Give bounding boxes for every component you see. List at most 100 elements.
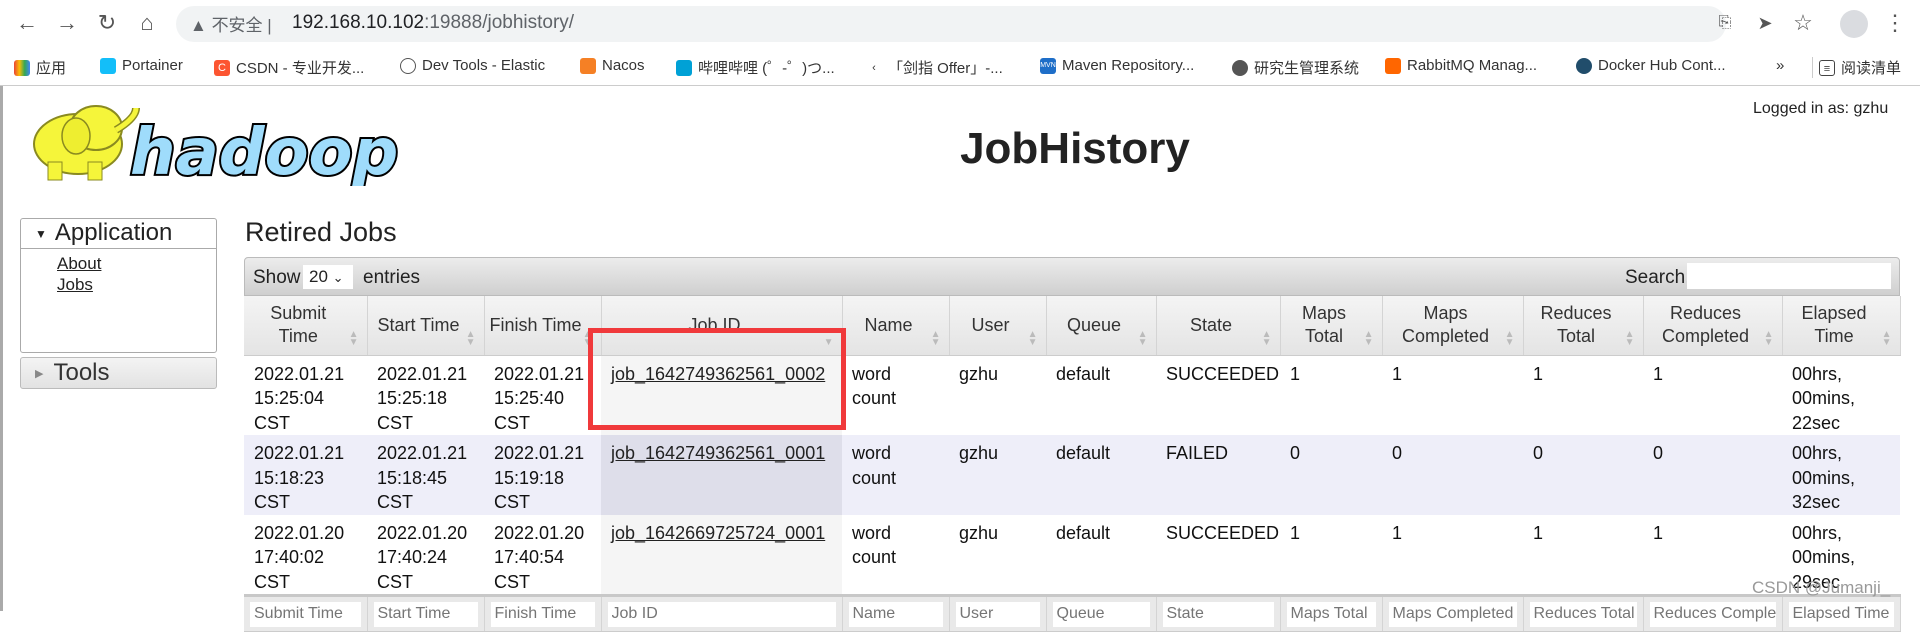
jobs-table: Submit Time ▲ ▼ Start Time ▲ ▼ Finish Time ▲ ▼ Job…: [244, 296, 1901, 632]
reading-list[interactable]: ≡ 阅读清单: [1812, 57, 1901, 78]
filter-input[interactable]: [848, 601, 943, 627]
column-header[interactable]: Submit Time ▲ ▼: [244, 296, 368, 356]
nav-jobs[interactable]: Jobs: [57, 274, 216, 295]
annotation-highlight-box: [588, 328, 846, 430]
globe-icon: [1232, 59, 1248, 76]
hadoop-logo[interactable]: hadoop: [18, 100, 400, 192]
bookmark-devtools[interactable]: Dev Tools - Elastic: [400, 57, 545, 74]
back-icon[interactable]: ←: [12, 8, 42, 38]
sort-icon: ▲ ▼: [1624, 328, 1635, 348]
table-row: 2022.01.20 17:40:02 CST 2022.01.20 17:40:24 C…: [244, 514, 1900, 596]
column-filter: [949, 594, 1047, 632]
filter-input[interactable]: [1788, 601, 1894, 627]
cell-job-id: job_1642669725724_0001: [601, 514, 842, 596]
tools-panel-header[interactable]: ▶ Tools: [20, 357, 217, 389]
bookmarks-more[interactable]: »: [1776, 57, 1784, 74]
bookmark-maven[interactable]: MVN Maven Repository...: [1040, 57, 1194, 74]
chevron-down-icon: ⌄: [332, 270, 344, 285]
job-id-link[interactable]: job_1642749362561_0001: [611, 443, 825, 463]
show-label: Show: [253, 267, 301, 288]
page-length-select[interactable]: 20 ⌄: [303, 265, 353, 289]
column-header[interactable]: State ▲ ▼: [1156, 296, 1281, 356]
svg-text:hadoop: hadoop: [130, 116, 398, 186]
column-header[interactable]: Name ▲ ▼: [842, 296, 950, 356]
column-header[interactable]: Elapsed Time ▲ ▼: [1782, 296, 1901, 356]
column-filter: [1280, 594, 1383, 632]
filter-input[interactable]: [1388, 601, 1517, 627]
column-filter: [1782, 594, 1901, 632]
search-label: Search:: [1625, 267, 1691, 288]
column-header[interactable]: Finish Time ▲ ▼: [484, 296, 602, 356]
star-icon[interactable]: ☆: [1788, 8, 1818, 38]
column-header[interactable]: Reduces Total ▲ ▼: [1523, 296, 1644, 356]
forward-icon[interactable]: →: [52, 8, 82, 38]
sort-icon: ▲ ▼: [1137, 328, 1148, 348]
column-header[interactable]: Maps Total ▲ ▼: [1280, 296, 1383, 356]
cell-name: word count: [842, 514, 949, 596]
filter-input[interactable]: [955, 601, 1040, 627]
filter-input[interactable]: [1529, 601, 1637, 627]
filter-input[interactable]: [1162, 601, 1274, 627]
cell-maps-total: 0: [1280, 435, 1382, 515]
nav-about[interactable]: About: [57, 253, 216, 274]
search-input[interactable]: [1687, 263, 1891, 289]
menu-icon[interactable]: ⋮: [1880, 8, 1910, 38]
column-filter: [244, 594, 368, 632]
column-header[interactable]: Reduces Completed ▲ ▼: [1643, 296, 1783, 356]
cell-maps-completed: 1: [1382, 355, 1523, 435]
job-id-link[interactable]: job_1642669725724_0001: [611, 523, 825, 543]
cell-maps-total: 1: [1280, 514, 1382, 596]
bookmark-rabbitmq[interactable]: RabbitMQ Manag...: [1385, 57, 1537, 74]
warning-icon: ▲: [190, 16, 207, 35]
cell-state: FAILED: [1156, 435, 1280, 515]
column-header[interactable]: User ▲ ▼: [949, 296, 1047, 356]
filter-input[interactable]: [607, 601, 836, 627]
bookmark-csdn[interactable]: C CSDN - 专业开发...: [214, 57, 364, 78]
reading-list-icon: ≡: [1819, 59, 1835, 76]
filter-input[interactable]: [373, 601, 478, 627]
cell-submit: 2022.01.21 15:18:23 CST: [244, 435, 367, 515]
profile-avatar-icon[interactable]: [1840, 10, 1868, 38]
column-filter: [484, 594, 602, 632]
cell-submit: 2022.01.20 17:40:02 CST: [244, 514, 367, 596]
column-header[interactable]: Queue ▲ ▼: [1046, 296, 1157, 356]
column-header[interactable]: Start Time ▲ ▼: [367, 296, 485, 356]
logged-in-user: Logged in as: gzhu: [1753, 100, 1889, 117]
column-filter: [1382, 594, 1524, 632]
bookmark-grad[interactable]: 研究生管理系统: [1232, 57, 1359, 78]
offer-icon: ‹: [866, 59, 882, 76]
filter-input[interactable]: [250, 601, 361, 627]
bookmark-nacos[interactable]: Nacos: [580, 57, 645, 74]
sort-icon: ▲ ▼: [1504, 328, 1515, 348]
triangle-right-icon: ▶: [35, 367, 44, 380]
filter-input[interactable]: [490, 601, 595, 627]
bookmark-portainer[interactable]: Portainer: [100, 57, 183, 74]
elastic-icon: [400, 57, 416, 74]
reload-icon[interactable]: ↻: [92, 8, 122, 38]
cell-reduces-completed: 0: [1643, 435, 1782, 515]
cell-start: 2022.01.21 15:25:18 CST: [367, 355, 484, 435]
cell-user: gzhu: [949, 514, 1046, 596]
column-header[interactable]: Maps Completed ▲ ▼: [1382, 296, 1524, 356]
send-icon[interactable]: ➤: [1750, 8, 1780, 38]
maven-icon: MVN: [1040, 57, 1056, 74]
security-warning[interactable]: ▲ 不安全 |: [190, 11, 272, 36]
translate-icon[interactable]: ⎘: [1710, 8, 1740, 38]
filter-input[interactable]: [1052, 601, 1150, 627]
bookmark-offer[interactable]: ‹ 「剑指 Offer」-...: [866, 57, 1003, 78]
bookmark-bilibili[interactable]: 哔哩哔哩 (゜-゜)つ...: [676, 57, 835, 78]
url-text[interactable]: 192.168.10.102:19888/jobhistory/: [292, 12, 574, 34]
bookmarks-bar: 应用 Portainer C CSDN - 专业开发... Dev Tools -…: [0, 47, 1920, 86]
filter-input[interactable]: [1286, 601, 1376, 627]
csdn-icon: C: [214, 59, 230, 76]
section-heading: Retired Jobs: [245, 217, 397, 247]
application-header[interactable]: ▼ Application: [21, 219, 216, 249]
cell-queue: default: [1046, 435, 1156, 515]
bookmark-dockerhub[interactable]: Docker Hub Cont...: [1576, 57, 1726, 74]
column-filter: [1643, 594, 1783, 632]
bookmark-apps[interactable]: 应用: [14, 57, 66, 78]
filter-input[interactable]: [1649, 601, 1776, 627]
cell-user: gzhu: [949, 355, 1046, 435]
home-icon[interactable]: ⌂: [132, 8, 162, 38]
cell-start: 2022.01.21 15:18:45 CST: [367, 435, 484, 515]
